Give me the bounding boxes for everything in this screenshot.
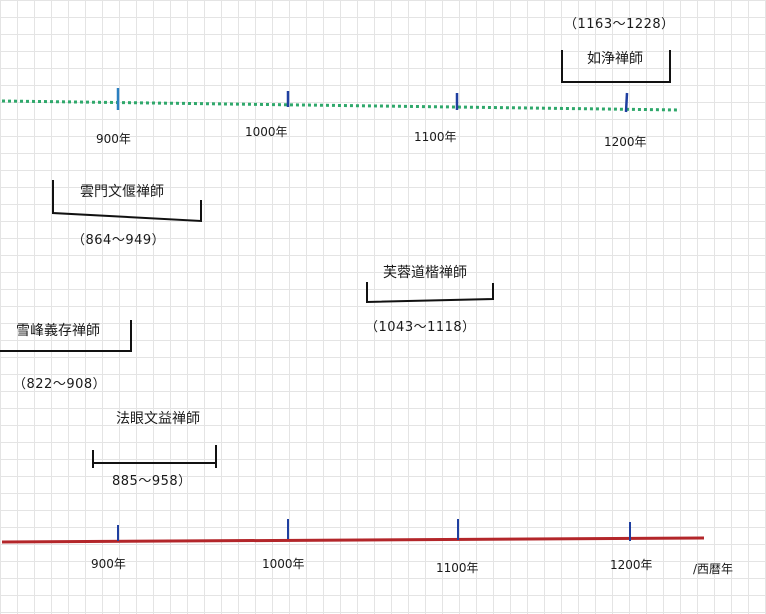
master-name-furong: 芙蓉道楷禅師	[383, 265, 467, 281]
bracket-furong	[366, 282, 494, 304]
master-dates-yunmen: （864～949）	[72, 233, 166, 248]
axis-unit-label: /西暦年	[693, 562, 734, 576]
top-tick-label-1100: 1100年	[414, 130, 457, 144]
master-name-xuefeng: 雪峰義存禅師	[16, 323, 100, 339]
master-name-fayan: 法眼文益禅師	[116, 411, 200, 427]
timeline-graphics	[0, 50, 705, 544]
master-dates-furong: （1043～1118）	[365, 320, 476, 335]
bottom-timeline-line	[1, 536, 705, 544]
master-name-yunmen: 雲門文偃禅師	[80, 184, 164, 200]
bracket-fayan	[92, 445, 217, 468]
timeline-diagram: 900年 1000年 1100年 1200年 900年 1000年 1100年 …	[0, 0, 766, 614]
master-dates-rujing: （1163～1228）	[564, 17, 675, 32]
top-timeline-line	[1, 99, 681, 112]
bottom-tick-label-900: 900年	[91, 557, 126, 571]
top-tick-label-1200: 1200年	[604, 135, 647, 149]
top-tick-label-1000: 1000年	[245, 125, 288, 139]
top-tick-label-900: 900年	[96, 132, 131, 146]
master-dates-xuefeng: （822～908）	[13, 377, 107, 392]
master-dates-fayan: 885～958）	[112, 474, 192, 489]
bottom-tick-label-1000: 1000年	[262, 557, 305, 571]
bottom-tick-label-1100: 1100年	[436, 561, 479, 575]
bottom-tick-label-1200: 1200年	[610, 558, 653, 572]
top-tick-1200	[624, 92, 629, 113]
master-name-rujing: 如浄禅師	[587, 51, 643, 67]
